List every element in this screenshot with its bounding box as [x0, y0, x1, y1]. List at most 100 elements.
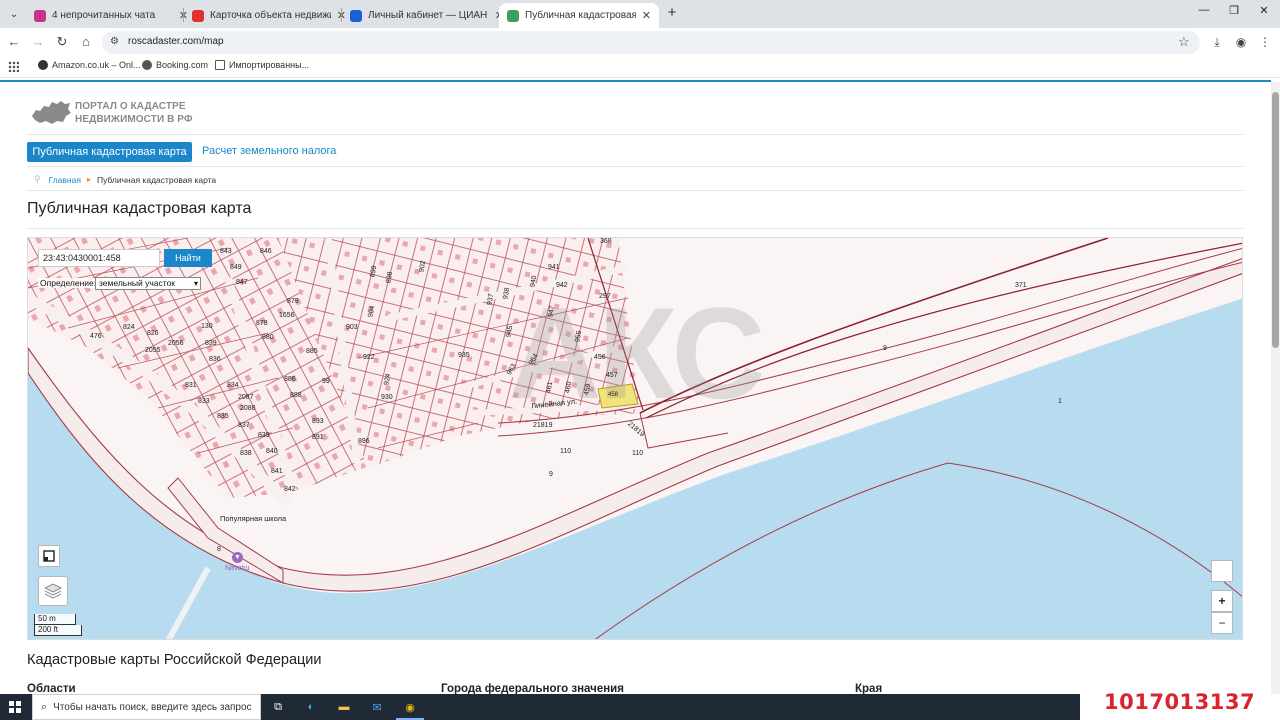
parcel-label: 841 [271, 468, 283, 475]
parcel-label: 843 [220, 248, 232, 255]
task-view-icon[interactable]: ⧉ [269, 698, 287, 716]
tab-title: Карточка объекта недвижимости [210, 10, 331, 21]
parcel-label: 9 [883, 345, 887, 352]
scale-bar-imperial: 200 ft [34, 625, 82, 636]
parcel-label: 878 [256, 320, 268, 327]
zoom-out-button[interactable]: − [1211, 612, 1233, 634]
parcel-label: 8 [217, 546, 221, 553]
profile-icon[interactable]: ◉ [1233, 35, 1249, 49]
parcel-label: 457 [606, 372, 618, 379]
page-scrollbar[interactable] [1271, 82, 1280, 694]
parcel-label: 941 [548, 264, 560, 271]
tab-search-menu-icon[interactable]: ⌄ [4, 4, 24, 24]
reload-icon[interactable]: ↻ [54, 34, 70, 50]
parcel-label: 2056 [168, 340, 184, 347]
scrollbar-thumb[interactable] [1272, 92, 1279, 348]
title-divider [27, 228, 1243, 229]
poi-label[interactable]: Navetru [225, 565, 250, 572]
parcel-label: 885 [306, 348, 318, 355]
parcel-label: 842 [284, 486, 296, 493]
parcel-label: 838 [240, 450, 252, 457]
definition-select[interactable]: земельный участок [95, 277, 201, 290]
url-text: roscadaster.com/map [128, 36, 224, 47]
parcel-label: 130 [201, 323, 213, 330]
parcel-label: 834 [227, 382, 239, 389]
nav-tab-cadastral-map[interactable]: Публичная кадастровая карта [27, 142, 192, 162]
menu-kebab-icon[interactable]: ⋮ [1257, 35, 1273, 49]
new-tab-button[interactable]: + [664, 5, 680, 21]
breadcrumb-home-link[interactable]: Главная [49, 175, 81, 185]
location-pin-icon: ⚲ [34, 174, 41, 184]
map-blank-button[interactable] [1211, 560, 1233, 582]
edge-browser-icon[interactable]: ◐ [302, 698, 320, 716]
restore-icon[interactable]: ❐ [1224, 4, 1244, 17]
parcel-label: 896 [358, 438, 370, 445]
parcel-label: 9 [549, 471, 553, 478]
nav-tab-land-tax[interactable]: Расчет земельного налога [202, 145, 336, 157]
bookmark-booking[interactable]: Booking.com [142, 60, 208, 70]
parcel-label: 110 [632, 450, 644, 457]
parcel-label: 839 [258, 432, 270, 439]
parcel-label: 831 [185, 382, 197, 389]
parcel-label: 837 [238, 422, 250, 429]
cadastral-number-input[interactable]: 23:43:0430001:458 [38, 249, 160, 267]
parcel-label: 891 [312, 434, 324, 441]
parcel-label: 836 [209, 356, 221, 363]
bookmark-star-icon[interactable]: ☆ [1178, 34, 1190, 50]
parcel-label: 835 [217, 413, 229, 420]
tab-chats[interactable]: 4 непрочитанных чата ✕ [26, 3, 196, 28]
download-icon[interactable]: ⤓ [1209, 35, 1225, 50]
close-icon[interactable]: ✕ [642, 9, 651, 22]
mail-icon[interactable]: ✉ [368, 698, 386, 716]
file-explorer-icon[interactable]: ▬ [335, 698, 353, 716]
windows-start-icon[interactable] [9, 701, 21, 713]
parcel-label: 839 [205, 340, 217, 347]
parcel-label: 846 [260, 248, 272, 255]
chrome-browser-icon[interactable]: ◉ [396, 698, 424, 720]
search-button[interactable]: Найти [164, 249, 212, 267]
layers-button[interactable] [38, 576, 68, 606]
minimize-icon[interactable]: — [1194, 4, 1214, 16]
parcel-label: 826 [147, 330, 159, 337]
home-icon[interactable]: ⌂ [78, 34, 94, 50]
parcel-label: 880 [262, 334, 274, 341]
taskbar-search-box[interactable]: ⌕ Чтобы начать поиск, введите здесь запр… [32, 694, 261, 720]
parcel-label-selected: 458 [608, 392, 619, 398]
russia-map-logo-icon[interactable] [30, 96, 72, 128]
globe-icon [142, 60, 152, 70]
tab-object-card[interactable]: Карточка объекта недвижимости ✕ [184, 3, 354, 28]
bookmark-amazon[interactable]: Amazon.co.uk – Onl... [38, 60, 141, 70]
parcel-label: 476 [90, 333, 102, 340]
poi-marker-icon[interactable]: ▼ [232, 552, 243, 563]
tab-cian[interactable]: Личный кабинет — ЦИАН ✕ [342, 3, 512, 28]
bookmark-imported[interactable]: Импортированны... [215, 60, 309, 70]
tab-title: Личный кабинет — ЦИАН [368, 10, 488, 21]
back-icon[interactable]: ← [6, 34, 22, 50]
tab-title: 4 непрочитанных чата [52, 10, 156, 21]
site-info-icon[interactable]: ⚙ [110, 36, 119, 47]
tab-cadastral-map[interactable]: Публичная кадастровая карта ✕ [499, 3, 659, 28]
parcel-label: 879 [287, 298, 299, 305]
page-top-accent-line [0, 80, 1271, 82]
parcel-label: 824 [123, 324, 135, 331]
logo-line-2: НЕДВИЖИМОСТИ В РФ [75, 114, 193, 125]
breadcrumb-arrow-icon: ▸ [86, 175, 91, 184]
parcel-label: 2087 [238, 394, 254, 401]
cadastral-map[interactable]: АКС 368 297 371 9 1 21819 21819 110 110 … [27, 237, 1243, 640]
site-logo-text[interactable]: ПОРТАЛ О КАДАСТРЕ НЕДВИЖИМОСТИ В РФ [75, 100, 193, 126]
browser-toolbar: ← → ↻ ⌂ ⚙ roscadaster.com/map ☆ ⤓ ◉ ⋮ [0, 28, 1280, 56]
square-corner-icon [43, 550, 55, 562]
parcel-label: 886 [284, 376, 296, 383]
fullscreen-toggle-button[interactable] [38, 545, 60, 567]
forward-icon[interactable]: → [30, 34, 46, 50]
apps-grid-icon[interactable] [8, 61, 19, 72]
close-window-icon[interactable]: ✕ [1254, 4, 1274, 17]
address-bar[interactable]: ⚙ roscadaster.com/map ☆ [102, 31, 1200, 54]
parcel-label: 833 [198, 398, 210, 405]
zoom-in-button[interactable]: + [1211, 590, 1233, 612]
parcel-label: 847 [236, 279, 248, 286]
header-divider [27, 134, 1243, 135]
map-favicon-icon [507, 9, 519, 22]
browser-tab-bar: ⌄ 4 непрочитанных чата ✕ Карточка объект… [0, 0, 1280, 28]
parcel-label: 110 [560, 448, 572, 455]
